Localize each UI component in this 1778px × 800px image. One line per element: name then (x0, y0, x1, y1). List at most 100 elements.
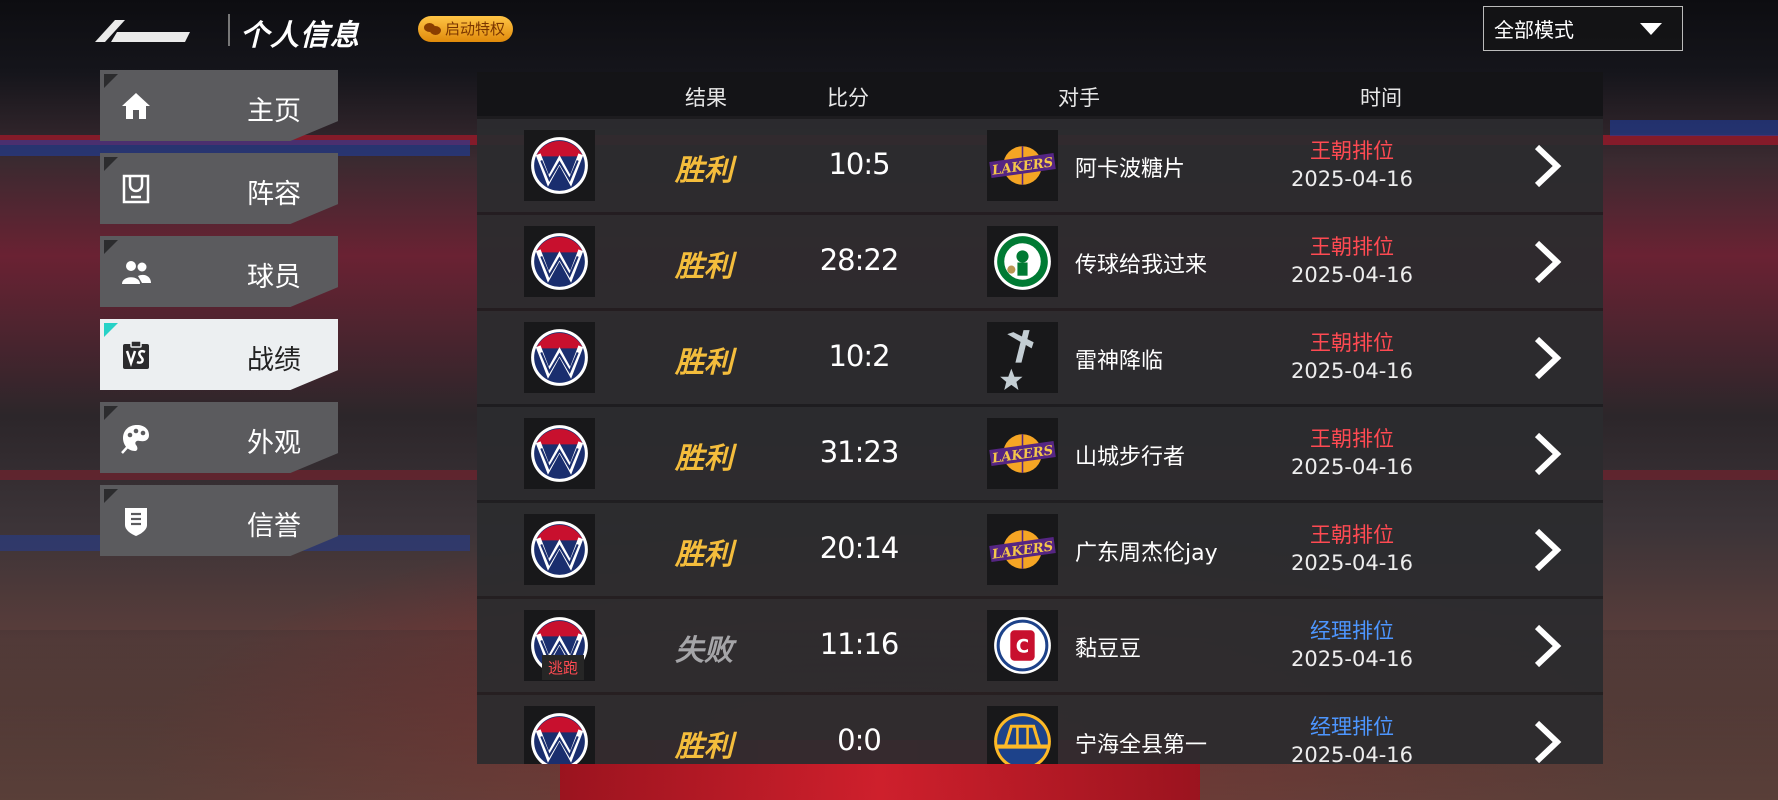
table-header: 结果 比分 对手 时间 (477, 72, 1603, 116)
match-date: 2025-04-16 (1290, 359, 1414, 383)
match-history-panel: 结果 比分 对手 时间 胜利 10:5 阿卡波糖片 王朝排位 2025-04-1… (477, 72, 1603, 764)
sidebar-item-lineup[interactable]: 阵容 (100, 153, 338, 224)
score: 10:5 (828, 147, 890, 181)
sidebar-item-label: 外观 (247, 428, 301, 459)
opponent-name: 雷神降临 (1075, 349, 1164, 374)
match-row[interactable]: 胜利 28:22 传球给我过来 王朝排位 2025-04-16 (477, 215, 1603, 308)
result-label: 胜利 (675, 249, 734, 283)
corner-marker (104, 240, 118, 254)
lakers-logo (987, 418, 1058, 489)
score: 10:2 (828, 339, 890, 373)
opponent-name: 宁海全县第一 (1075, 733, 1208, 758)
result-label: 胜利 (675, 441, 734, 475)
chevron-right-icon[interactable] (1527, 623, 1567, 669)
players-icon (122, 261, 151, 284)
chevron-right-icon[interactable] (1527, 719, 1567, 764)
mode-select-dropdown[interactable]: 全部模式 (1483, 6, 1683, 51)
clippers-logo (987, 610, 1058, 681)
opponent-name: 传球给我过来 (1075, 253, 1208, 278)
header-time: 时间 (1360, 86, 1402, 110)
corner-marker (104, 157, 118, 171)
header-result: 结果 (685, 86, 727, 110)
game-mode: 王朝排位 (1310, 523, 1394, 547)
game-mode: 王朝排位 (1310, 331, 1394, 355)
privilege-label: 启动特权 (445, 20, 506, 38)
sidebar-item-label: 阵容 (247, 179, 301, 210)
header-opponent: 对手 (1058, 86, 1100, 110)
wizards-logo (524, 418, 595, 489)
match-row[interactable]: 胜利 10:2 雷神降临 王朝排位 2025-04-16 (477, 311, 1603, 404)
sidebar-item-home[interactable]: 主页 (100, 70, 338, 141)
opponent-name: 广东周杰伦jay (1075, 541, 1218, 566)
match-row[interactable]: 胜利 0:0 宁海全县第一 经理排位 2025-04-16 (477, 695, 1603, 764)
score: 31:23 (819, 435, 900, 469)
opponent-name: 山城步行者 (1075, 445, 1186, 470)
chevron-right-icon[interactable] (1527, 335, 1567, 381)
match-row[interactable]: 胜利 31:23 山城步行者 王朝排位 2025-04-16 (477, 407, 1603, 500)
arena-led (1610, 120, 1778, 136)
result-label: 胜利 (675, 153, 734, 187)
result-label: 失败 (675, 633, 734, 667)
corner-marker (104, 323, 118, 337)
top-bar: 个人信息 启动特权 全部模式 (0, 0, 1778, 60)
corner-marker (104, 74, 118, 88)
match-date: 2025-04-16 (1290, 551, 1414, 575)
wizards-logo (524, 226, 595, 297)
opponent-name: 黏豆豆 (1075, 637, 1142, 662)
match-date: 2025-04-16 (1290, 167, 1414, 191)
score: 11:16 (819, 627, 900, 661)
wechat-icon (424, 22, 442, 36)
spurs-logo (987, 322, 1058, 393)
privilege-badge[interactable]: 启动特权 (418, 16, 514, 42)
credit-shield-icon (125, 508, 147, 536)
score: 20:14 (819, 531, 900, 565)
match-date: 2025-04-16 (1290, 743, 1414, 764)
palette-icon (121, 425, 149, 454)
match-row[interactable]: 逃跑 失败 11:16 黏豆豆 经理排位 2025-04-16 (477, 599, 1603, 692)
wizards-logo (524, 322, 595, 393)
result-label: 胜利 (675, 345, 734, 379)
wizards-logo (524, 130, 595, 201)
sidebar-item-players[interactable]: 球员 (100, 236, 338, 307)
match-row[interactable]: 胜利 20:14 广东周杰伦jay 王朝排位 2025-04-16 (477, 503, 1603, 596)
result-label: 胜利 (675, 729, 734, 763)
header-score: 比分 (827, 86, 869, 110)
score: 28:22 (819, 243, 900, 277)
chevron-right-icon[interactable] (1527, 239, 1567, 285)
match-date: 2025-04-16 (1290, 647, 1414, 671)
chevron-right-icon[interactable] (1527, 431, 1567, 477)
lakers-logo (987, 130, 1058, 201)
title-divider (228, 14, 230, 46)
vs-icon (123, 340, 149, 369)
game-mode: 王朝排位 (1310, 139, 1394, 163)
corner-marker (104, 489, 118, 503)
corner-marker (104, 406, 118, 420)
game-mode: 王朝排位 (1310, 235, 1394, 259)
opponent-name: 阿卡波糖片 (1075, 157, 1186, 182)
chevron-down-icon (1640, 22, 1662, 35)
result-label: 胜利 (675, 537, 734, 571)
match-row[interactable]: 胜利 10:5 阿卡波糖片 王朝排位 2025-04-16 (477, 119, 1603, 212)
match-date: 2025-04-16 (1290, 263, 1414, 287)
court-icon (122, 174, 150, 204)
chevron-right-icon[interactable] (1527, 527, 1567, 573)
page-title: 个人信息 (240, 18, 361, 52)
home-icon (122, 93, 150, 119)
sidebar-item-label: 球员 (247, 262, 301, 293)
game-mode: 经理排位 (1310, 715, 1394, 739)
flee-tag: 逃跑 (542, 655, 585, 680)
match-date: 2025-04-16 (1290, 455, 1414, 479)
score: 0:0 (837, 723, 882, 757)
wizards-logo (524, 706, 595, 764)
lakers-logo (987, 514, 1058, 585)
game-mode: 王朝排位 (1310, 427, 1394, 451)
mode-select-value: 全部模式 (1494, 18, 1574, 42)
chevron-right-icon[interactable] (1527, 143, 1567, 189)
sidebar-item-credit[interactable]: 信誉 (100, 485, 338, 556)
warriors-logo (987, 706, 1058, 764)
sidebar-item-appearance[interactable]: 外观 (100, 402, 338, 473)
nba2k-logo (95, 20, 190, 42)
celtics-logo (987, 226, 1058, 297)
sidebar-item-record[interactable]: 战绩 (100, 319, 338, 390)
wizards-logo (524, 514, 595, 585)
